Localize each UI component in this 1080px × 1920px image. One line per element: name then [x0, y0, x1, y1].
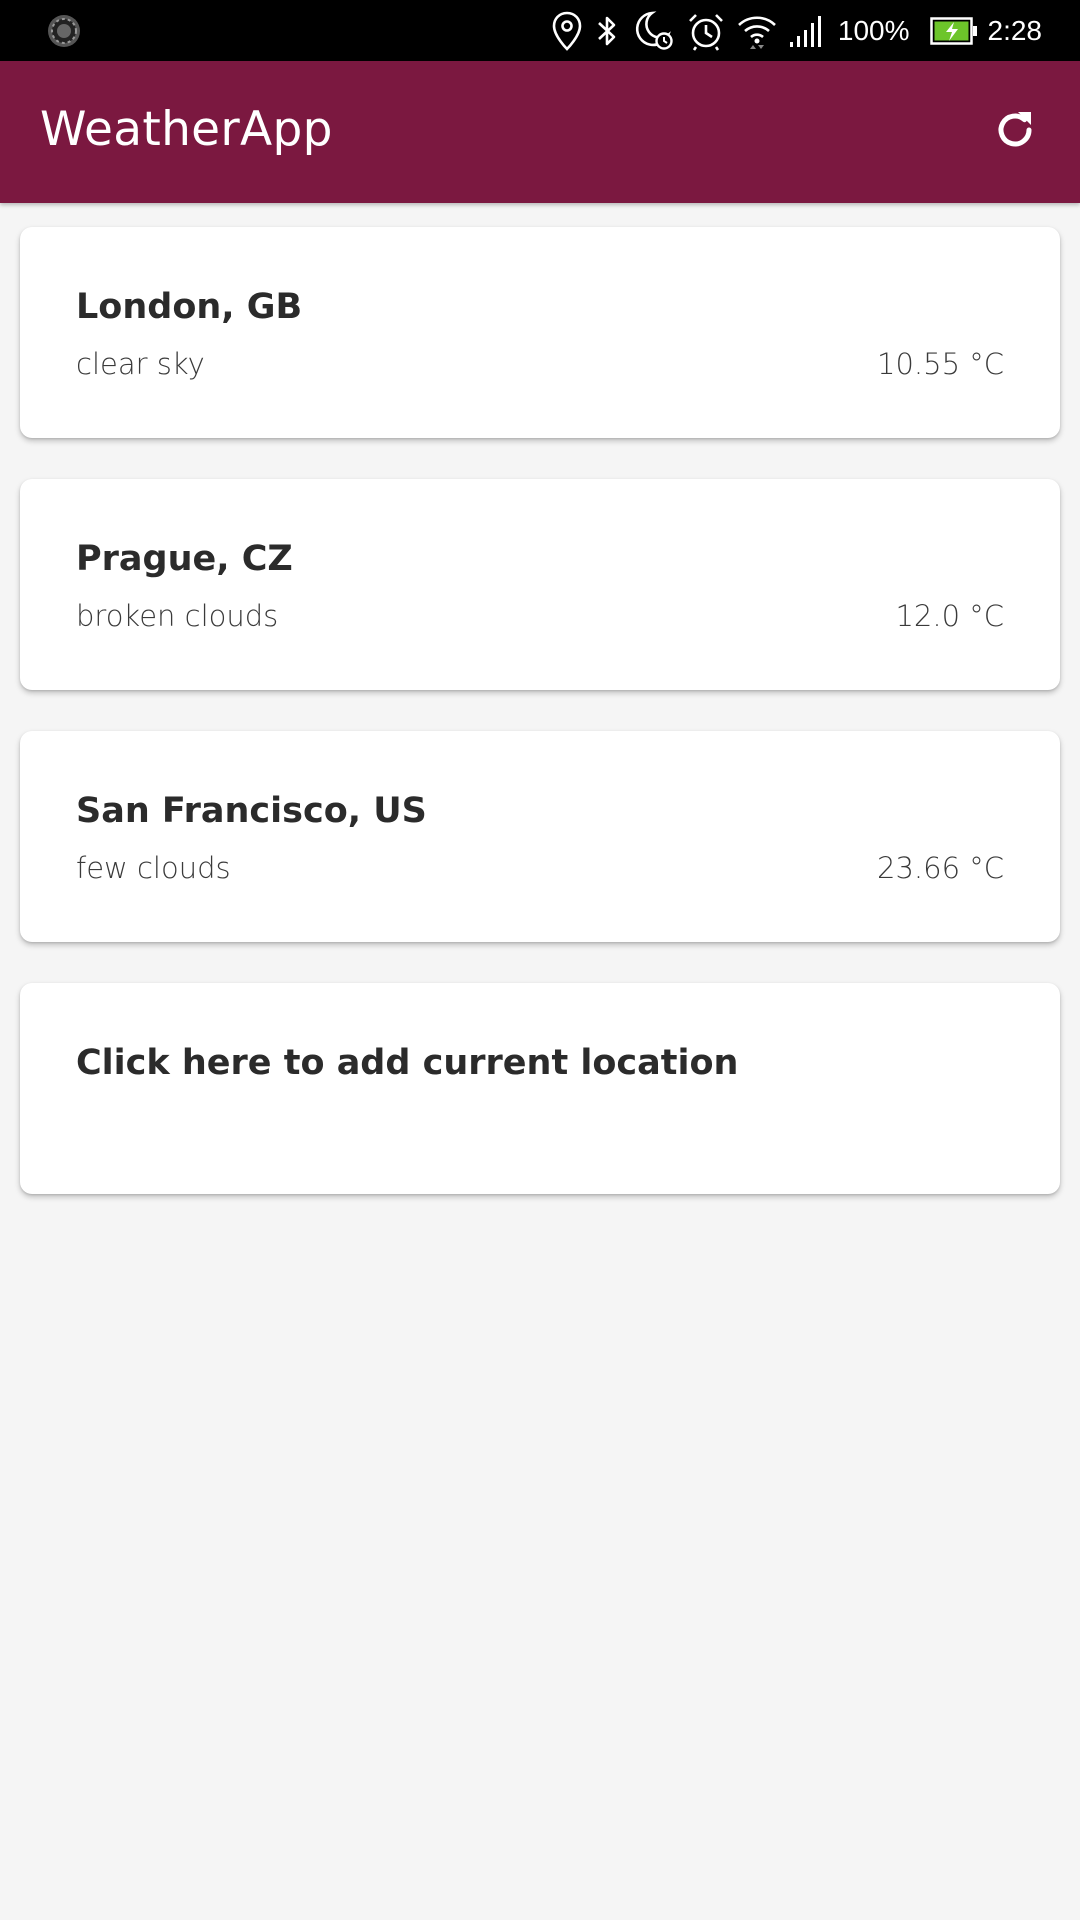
- sync-spinner-icon: [46, 13, 82, 49]
- cell-signal-icon: [788, 13, 828, 49]
- temperature: 12.0 °C: [895, 599, 1004, 633]
- city-name: London, GB: [76, 287, 303, 327]
- app-bar: WeatherApp: [0, 61, 1080, 203]
- city-card-san-francisco[interactable]: San Francisco, US few clouds 23.66 °C: [20, 731, 1060, 942]
- temperature: 23.66 °C: [877, 851, 1004, 885]
- screen: 100% 2:28 WeatherApp London, GB clear sk…: [0, 0, 1080, 1920]
- temperature: 10.55 °C: [877, 347, 1004, 381]
- add-location-label: Click here to add current location: [76, 1043, 739, 1083]
- refresh-button[interactable]: [984, 101, 1046, 163]
- weather-description: clear sky: [76, 347, 205, 381]
- location-pin-icon: [552, 11, 582, 51]
- weather-description: broken clouds: [76, 599, 279, 633]
- city-card-prague[interactable]: Prague, CZ broken clouds 12.0 °C: [20, 479, 1060, 690]
- city-list: London, GB clear sky 10.55 °C Prague, CZ…: [20, 227, 1060, 1235]
- status-icons: 100% 2:28: [552, 0, 1042, 61]
- status-time: 2:28: [987, 14, 1043, 46]
- add-location-card[interactable]: Click here to add current location: [20, 983, 1060, 1194]
- city-card-london[interactable]: London, GB clear sky 10.55 °C: [20, 227, 1060, 438]
- city-name: San Francisco, US: [76, 791, 427, 831]
- do-not-disturb-alarm-icon: [632, 9, 676, 53]
- refresh-icon: [991, 106, 1039, 158]
- bluetooth-icon: [592, 11, 622, 51]
- alarm-clock-icon: [686, 11, 726, 51]
- app-title: WeatherApp: [40, 102, 333, 157]
- wifi-icon: [736, 11, 778, 51]
- battery-charging-icon: [929, 16, 978, 46]
- status-bar: 100% 2:28: [0, 0, 1080, 61]
- weather-description: few clouds: [76, 851, 231, 885]
- city-name: Prague, CZ: [76, 539, 293, 579]
- battery-percent: 100%: [837, 14, 910, 46]
